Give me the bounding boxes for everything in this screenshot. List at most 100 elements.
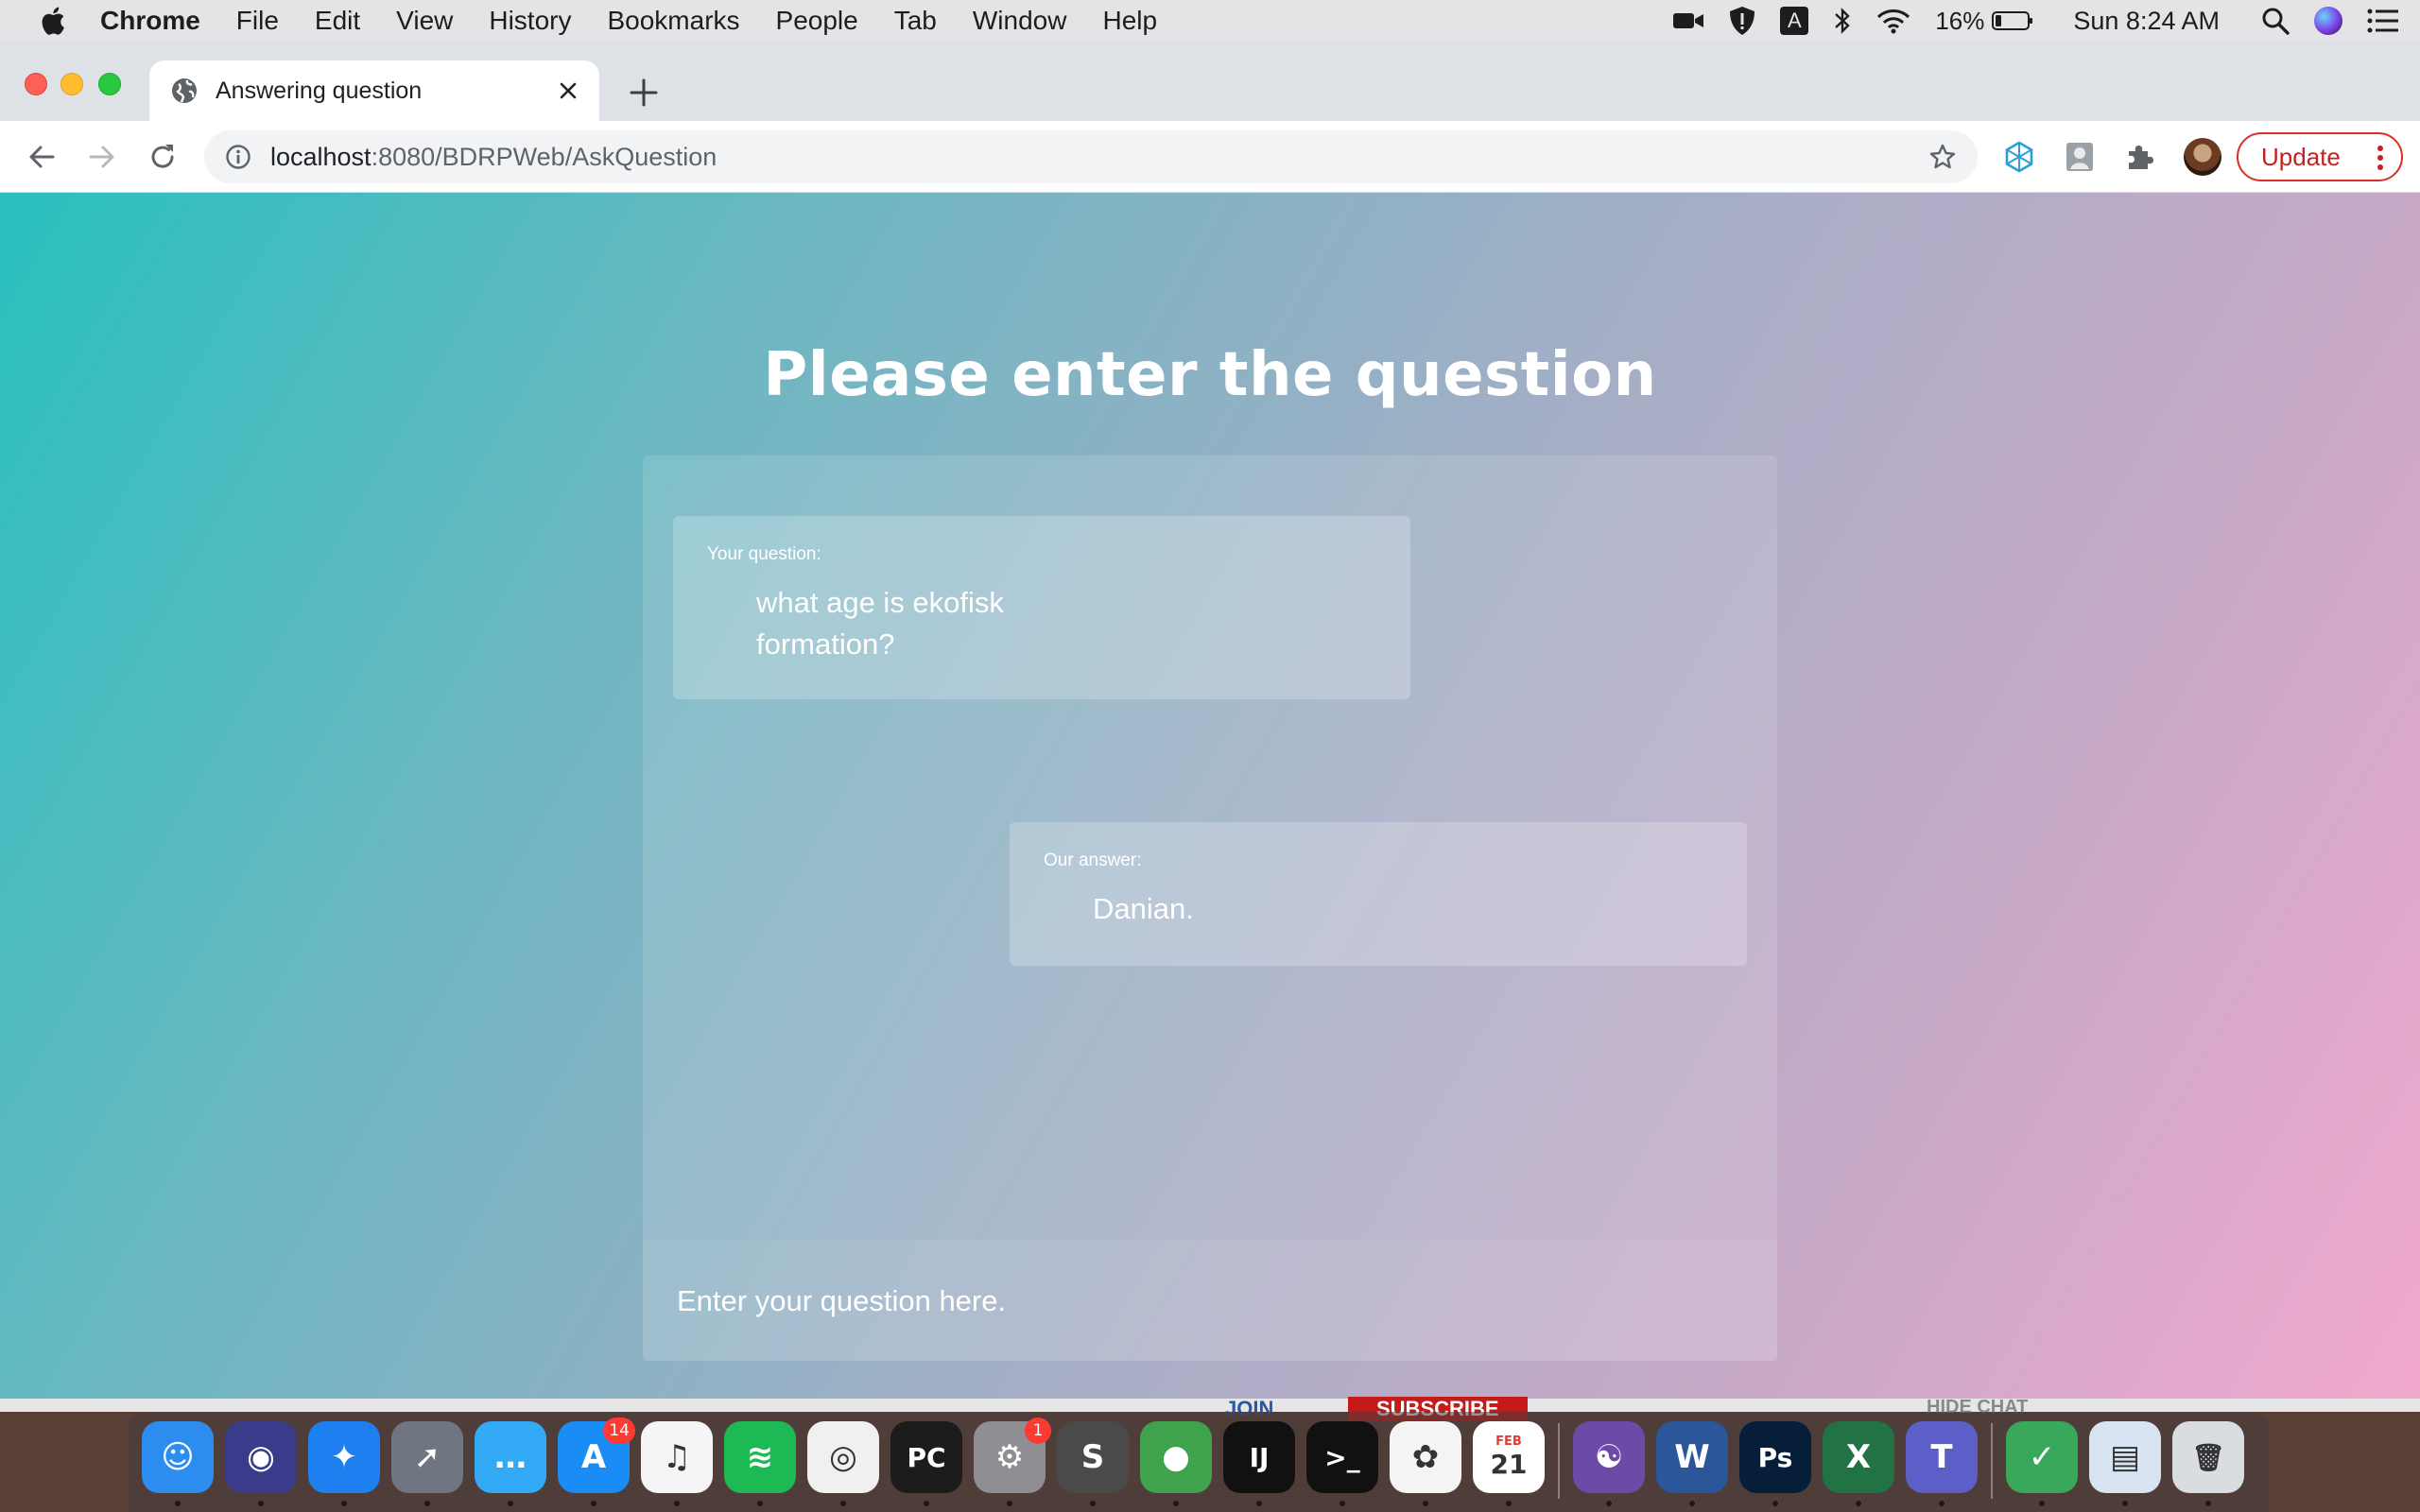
dock-icon-glyph: ✦ (330, 1438, 358, 1476)
dock-spotify-icon[interactable]: ≋ (724, 1421, 796, 1493)
close-window-button[interactable] (25, 73, 47, 95)
dock-icon-glyph: ♫ (662, 1438, 692, 1476)
dock-running-indicator (1606, 1501, 1612, 1506)
dock-running-indicator (1772, 1501, 1778, 1506)
siri-icon[interactable] (2314, 7, 2342, 35)
background-window-peek: JOIN SUBSCRIBE HIDE CHAT (0, 1397, 2420, 1421)
dock-terminal-icon[interactable]: >_ (1306, 1421, 1378, 1493)
dock-preview-icon[interactable]: ▤ (2089, 1421, 2161, 1493)
dock-chrome-icon[interactable]: ◎ (807, 1421, 879, 1493)
dock-running-indicator (757, 1501, 763, 1506)
dock-photoshop-icon[interactable]: Ps (1739, 1421, 1811, 1493)
menu-app-name[interactable]: Chrome (100, 6, 200, 36)
extensions-puzzle-icon[interactable] (2123, 140, 2157, 174)
dock-neo4j-icon[interactable]: ● (1140, 1421, 1212, 1493)
shield-alert-icon[interactable] (1729, 6, 1755, 36)
menu-tab[interactable]: Tab (894, 6, 937, 36)
question-text: what age is ekofisk formation? (756, 586, 1004, 661)
menu-help[interactable]: Help (1102, 6, 1157, 36)
chat-panel: Your question: what age is ekofisk forma… (643, 455, 1777, 1361)
dock-trash-icon[interactable]: 🗑 (2172, 1421, 2244, 1493)
dock-excel-icon[interactable]: X (1823, 1421, 1894, 1493)
menu-window[interactable]: Window (973, 6, 1067, 36)
menu-people[interactable]: People (776, 6, 858, 36)
wifi-icon[interactable] (1876, 8, 1910, 34)
menu-clock[interactable]: Sun 8:24 AM (2073, 7, 2220, 36)
bluetooth-icon[interactable] (1833, 7, 1852, 35)
minimize-window-button[interactable] (60, 73, 83, 95)
dock-icon-glyph: IJ (1249, 1441, 1270, 1473)
back-arrow-icon[interactable] (23, 138, 60, 176)
question-bubble: Your question: what age is ekofisk forma… (673, 516, 1410, 699)
apple-menu-icon[interactable] (38, 5, 66, 37)
dock-sublime-text-icon[interactable]: S (1057, 1421, 1129, 1493)
page-viewport: Please enter the question Your question:… (0, 193, 2420, 1399)
dock-icon-glyph: ➚ (413, 1438, 441, 1476)
site-info-icon[interactable] (225, 144, 251, 170)
answer-text: Danian. (1093, 892, 1194, 925)
zoom-window-button[interactable] (98, 73, 121, 95)
dock-calendar-icon[interactable]: FEB 21 (1473, 1421, 1545, 1493)
dock-icon-glyph: ≋ (746, 1438, 774, 1476)
reload-icon[interactable] (144, 138, 182, 176)
dock-launchpad-icon[interactable]: ➚ (391, 1421, 463, 1493)
url-text[interactable]: localhost:8080/BDRPWeb/AskQuestion (270, 143, 717, 172)
dock-icon-glyph: ☯ (1594, 1438, 1624, 1476)
dock-teams-icon[interactable]: T (1906, 1421, 1978, 1493)
address-bar[interactable]: localhost:8080/BDRPWeb/AskQuestion (204, 130, 1978, 183)
dock-icon-glyph: ● (1162, 1438, 1190, 1476)
question-input[interactable] (677, 1278, 1736, 1325)
dock-messages-icon[interactable]: … (475, 1421, 546, 1493)
new-tab-plus-icon[interactable] (628, 77, 660, 109)
browser-toolbar: localhost:8080/BDRPWeb/AskQuestion Updat… (0, 121, 2420, 193)
tab-close-icon[interactable] (554, 77, 582, 105)
dock-finder-icon[interactable]: ☺ (142, 1421, 214, 1493)
menu-bookmarks[interactable]: Bookmarks (607, 6, 739, 36)
dock-running-indicator (591, 1501, 596, 1506)
dock-safari-icon[interactable]: ✦ (308, 1421, 380, 1493)
page-title: Please enter the question (763, 340, 1657, 410)
dock-siri-icon[interactable]: ◉ (225, 1421, 297, 1493)
more-menu-icon[interactable] (2377, 144, 2384, 172)
notification-center-icon[interactable] (2367, 9, 2399, 33)
update-button[interactable]: Update (2237, 132, 2403, 181)
menu-file[interactable]: File (236, 6, 279, 36)
dock-word-icon[interactable]: W (1656, 1421, 1728, 1493)
macos-dock: ☺ ◉ ✦ ➚ … A 14 ♫ ≋ ◎ PC ⚙ 1 S ● IJ >_ ✿ FEB 21 ☯ W Ps X T ✓ ▤ 🗑 (129, 1412, 2269, 1512)
dock-running-indicator (2122, 1501, 2128, 1506)
menu-history[interactable]: History (489, 6, 571, 36)
dock-app-store-icon[interactable]: A 14 (558, 1418, 635, 1493)
dock-running-indicator (341, 1501, 347, 1506)
dock-system-preferences-icon[interactable]: ⚙ 1 (974, 1418, 1051, 1493)
url-path: :8080/BDRPWeb/AskQuestion (371, 142, 717, 171)
tab-answering-question[interactable]: Answering question (149, 60, 599, 121)
dock-running-indicator (1090, 1501, 1096, 1506)
dock-pycharm-icon[interactable]: PC (890, 1421, 962, 1493)
dock-separator (1991, 1423, 1993, 1499)
spotlight-search-icon[interactable] (2261, 7, 2290, 35)
dock-intellij-idea-icon[interactable]: IJ (1223, 1421, 1295, 1493)
dock-running-indicator (2205, 1501, 2211, 1506)
dock-icon-glyph: A (580, 1438, 607, 1476)
extension-portrait-icon[interactable] (2063, 140, 2097, 174)
extension-hex-icon[interactable] (2002, 140, 2036, 174)
dock-running-indicator (175, 1501, 181, 1506)
dock-icon-glyph: ◎ (829, 1438, 857, 1476)
menu-edit[interactable]: Edit (315, 6, 360, 36)
dock-music-icon[interactable]: ♫ (641, 1421, 713, 1493)
forward-arrow-icon[interactable] (83, 138, 121, 176)
dock-icon-glyph: ◉ (247, 1438, 275, 1476)
menu-view[interactable]: View (396, 6, 453, 36)
dock-icon-glyph: ⚙ (994, 1438, 1025, 1476)
dock-running-indicator (1856, 1501, 1861, 1506)
bookmark-star-icon[interactable] (1928, 143, 1957, 171)
dock-affinity-icon[interactable]: ✿ (1390, 1421, 1461, 1493)
profile-avatar[interactable] (2184, 138, 2221, 176)
dock-icon-glyph: PC (907, 1441, 946, 1473)
video-camera-icon[interactable] (1672, 10, 1704, 31)
dock-github-desktop-icon[interactable]: ☯ (1573, 1421, 1645, 1493)
battery-icon[interactable] (1992, 10, 2033, 31)
input-source-icon[interactable]: A (1780, 7, 1809, 35)
dock-icon-glyph: ✿ (1411, 1438, 1440, 1476)
dock-security-icon[interactable]: ✓ (2006, 1421, 2078, 1493)
